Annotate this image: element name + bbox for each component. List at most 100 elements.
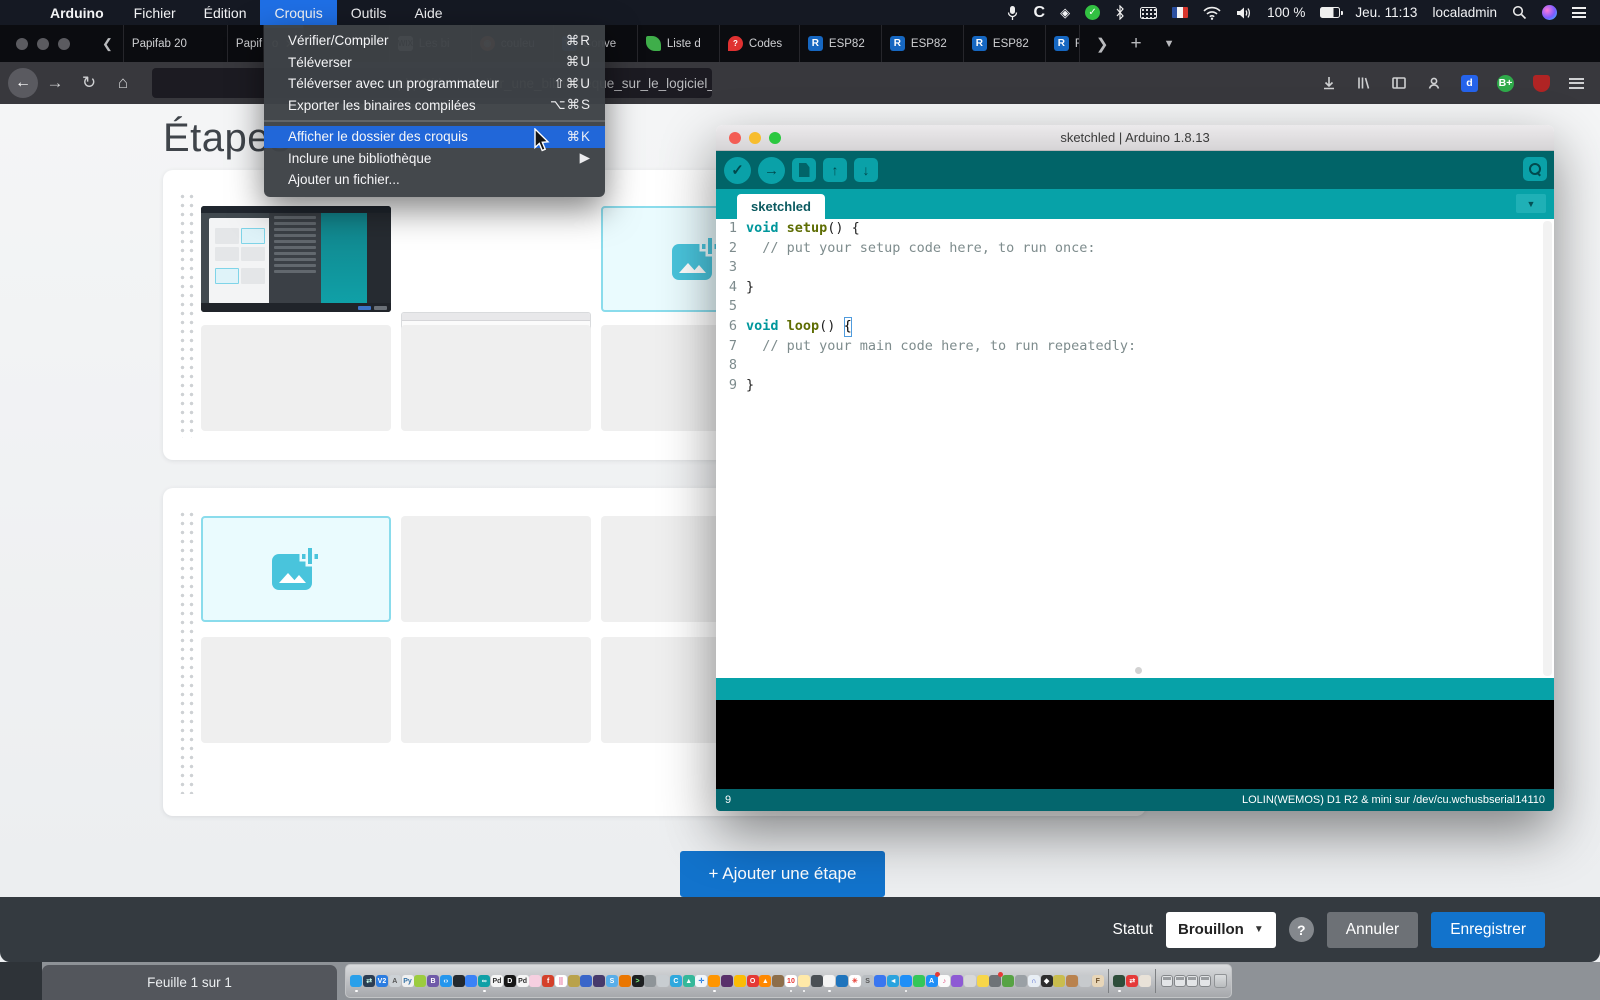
dock-icon-dark-folder[interactable] <box>811 975 823 987</box>
dock-icon-c-blue-app[interactable]: C <box>670 975 682 987</box>
c-status-icon[interactable]: C <box>1034 4 1046 22</box>
save-sketch-button[interactable]: ↓ <box>854 158 878 182</box>
dock-icon-tor-browser[interactable] <box>721 975 733 987</box>
spotlight-icon[interactable] <box>1512 5 1527 20</box>
sync-status-icon[interactable]: ◈ <box>1060 5 1070 21</box>
new-tab-button[interactable]: + <box>1130 33 1141 55</box>
dock-icon-freecad[interactable] <box>1053 975 1065 987</box>
image-upload-dropzone[interactable] <box>201 516 391 622</box>
dock-icon-trash[interactable] <box>1214 974 1227 988</box>
browser-tab[interactable]: Papif <box>227 25 263 62</box>
window-controls[interactable] <box>0 25 92 62</box>
dock-icon-silver-a-app[interactable]: A <box>389 975 401 987</box>
dock-icon-vlc[interactable]: ▲ <box>759 975 771 987</box>
dock-icon-messages[interactable] <box>900 975 912 987</box>
menubar-item-outils[interactable]: Outils <box>337 0 401 25</box>
dock-icon-vscode[interactable]: ‹› <box>440 975 452 987</box>
dock-icon-android-tool[interactable] <box>414 975 426 987</box>
step1-thumbnail[interactable] <box>201 206 391 312</box>
code-editor[interactable]: 1void setup() {2 // put your setup code … <box>716 219 1554 678</box>
dock-icon-audacity[interactable]: ∩ <box>1028 975 1040 987</box>
dock-icon-music[interactable]: ♪ <box>938 975 950 987</box>
dock-icon-puredata[interactable]: Pd <box>491 975 503 987</box>
dock-icon-chrome[interactable] <box>734 975 746 987</box>
dock-icon-screen-tool[interactable] <box>644 975 656 987</box>
dock-icon-photos[interactable]: ✳ <box>849 975 861 987</box>
dock-icon-workbench-app[interactable] <box>1079 975 1091 987</box>
dock-icon-arduino-ide[interactable]: ∞ <box>478 975 490 987</box>
dock-icon-robot-app[interactable] <box>964 975 976 987</box>
user-name[interactable]: localadmin <box>1432 5 1497 20</box>
dock-icon-cyberduck[interactable] <box>977 975 989 987</box>
menu-item[interactable]: Vérifier/Compiler⌘R <box>264 30 605 52</box>
check-status-icon[interactable]: ✓ <box>1085 5 1100 20</box>
menu-item[interactable]: Téléverser avec un programmateur⇧⌘U <box>264 73 605 95</box>
dock-icon-cloud-app[interactable] <box>465 975 477 987</box>
downloads-icon[interactable] <box>1321 75 1337 91</box>
drag-handle[interactable] <box>178 192 196 438</box>
bluetooth-icon[interactable] <box>1115 5 1125 20</box>
tab-list-chevron-icon[interactable]: ▼ <box>1164 38 1175 50</box>
browser-tab[interactable]: RESP82 <box>881 25 963 62</box>
dock-icon-gold-tool-app[interactable] <box>568 975 580 987</box>
browser-tab[interactable]: ?Codes <box>719 25 799 62</box>
browser-tab[interactable]: Papifab 20 <box>123 25 227 62</box>
dock-icon-finder[interactable] <box>350 975 362 987</box>
dock-icon-mouse-app[interactable] <box>1015 975 1027 987</box>
menu-hamburger-icon[interactable] <box>1569 78 1584 89</box>
bplus-extension-icon[interactable]: B+ <box>1497 75 1514 92</box>
browser-tab[interactable]: RESP82 <box>799 25 881 62</box>
wifi-icon[interactable] <box>1203 6 1221 20</box>
split-resize-handle[interactable] <box>1135 667 1142 674</box>
upload-button[interactable]: → <box>758 157 785 184</box>
dock-icon-skype[interactable]: S <box>606 975 618 987</box>
dock-icon-app-store[interactable]: A <box>926 975 938 987</box>
dock-icon-dev-hex-app[interactable]: ⇄ <box>363 975 375 987</box>
dock-icon-python-idle[interactable]: Py <box>402 975 414 987</box>
dock-icon-gimp[interactable] <box>657 975 669 987</box>
dock-icon-minimized-window-3[interactable] <box>1186 975 1198 987</box>
dock-icon-red-transfer-app[interactable]: ⇄ <box>1126 975 1138 987</box>
menubar-item-édition[interactable]: Édition <box>190 0 261 25</box>
dock-icon-calendar[interactable]: 10 <box>785 975 797 987</box>
verify-button[interactable]: ✓ <box>724 157 751 184</box>
dock-icon-blender[interactable] <box>619 975 631 987</box>
dock-icon-signal[interactable] <box>874 975 886 987</box>
ublock-extension-icon[interactable] <box>1533 75 1550 92</box>
browser-tab[interactable]: RR <box>1045 25 1079 62</box>
dock-icon-safari[interactable]: ✛ <box>695 975 707 987</box>
dock-icon-radio-app[interactable] <box>529 975 541 987</box>
reload-button[interactable]: ↻ <box>72 73 106 93</box>
dock-icon-telegram[interactable]: ◄ <box>887 975 899 987</box>
dock-icon-inkscape[interactable]: ◆ <box>1041 975 1053 987</box>
menubar-item-fichier[interactable]: Fichier <box>120 0 190 25</box>
help-button[interactable]: ? <box>1289 917 1314 942</box>
dock-icon-openoffice[interactable] <box>836 975 848 987</box>
clock[interactable]: Jeu. 11:13 <box>1355 5 1417 20</box>
home-button[interactable]: ⌂ <box>106 73 140 93</box>
tab-menu-button[interactable]: ▼ <box>1516 194 1546 213</box>
serial-monitor-button[interactable] <box>1523 157 1547 181</box>
dock-icon-notebook-app[interactable] <box>1066 975 1078 987</box>
browser-tab[interactable]: Liste d <box>637 25 719 62</box>
dock-icon-terminal[interactable]: > <box>632 975 644 987</box>
volume-icon[interactable] <box>1236 6 1252 20</box>
menu-item[interactable]: Exporter les binaires compilées⌥⌘S <box>264 95 605 117</box>
drag-handle[interactable] <box>178 510 196 794</box>
dock-icon-purple-b-app[interactable]: B <box>427 975 439 987</box>
sidebar-icon[interactable] <box>1391 75 1407 91</box>
menu-item[interactable]: Ajouter un fichier... <box>264 169 605 191</box>
dock-icon-minimized-window-4[interactable] <box>1199 975 1211 987</box>
menubar-item-aide[interactable]: Aide <box>401 0 457 25</box>
dock-icon-textedit[interactable] <box>823 975 835 987</box>
dock-icon-opera[interactable]: O <box>747 975 759 987</box>
tab-scroll-left-icon[interactable]: ❮ <box>92 25 123 62</box>
dock-icon-vnc-viewer[interactable]: V2 <box>376 975 388 987</box>
menubar-item-croquis[interactable]: Croquis <box>260 0 336 25</box>
dock-icon-github-desktop[interactable] <box>453 975 465 987</box>
dock-icon-green-phone-app[interactable] <box>913 975 925 987</box>
dock-icon-notes[interactable] <box>798 975 810 987</box>
siri-icon[interactable] <box>1542 5 1557 20</box>
microphone-icon[interactable] <box>1006 5 1019 21</box>
dock-icon-camera-app[interactable] <box>989 975 1001 987</box>
